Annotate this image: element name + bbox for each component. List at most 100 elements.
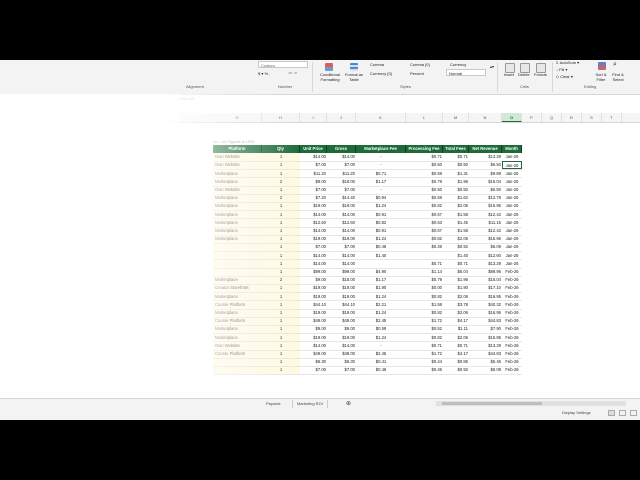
table-cell[interactable]: $14.00 (327, 260, 356, 268)
table-cell[interactable]: Jan-26 (502, 227, 522, 235)
table-cell[interactable]: $0.41 (356, 358, 406, 366)
table-cell[interactable]: 1 (262, 153, 300, 161)
table-cell[interactable]: $0.44 (406, 358, 443, 366)
table-cell[interactable]: - (356, 186, 406, 194)
table-cell[interactable]: $2.06 (443, 334, 469, 342)
table-cell[interactable]: 1 (262, 342, 300, 350)
table-cell[interactable]: $0.92 (443, 366, 469, 374)
table-cell[interactable]: $1.45 (443, 219, 469, 227)
table-cell[interactable]: $0.59 (356, 325, 406, 333)
table-cell[interactable]: $12.60 (327, 219, 356, 227)
table-cell[interactable]: $0.46 (406, 243, 443, 251)
table-cell[interactable]: $12.42 (469, 211, 502, 219)
table-cell[interactable]: $1.96 (443, 276, 469, 284)
table-cell[interactable]: Own Website (213, 186, 262, 194)
table-cell[interactable]: $19.00 (300, 334, 327, 342)
table-cell[interactable]: $0.71 (443, 260, 469, 268)
table-cell[interactable]: $18.00 (327, 276, 356, 284)
table-cell[interactable]: Feb-26 (502, 334, 522, 342)
table-cell[interactable]: $1.72 (406, 317, 443, 325)
table-cell[interactable]: Marketplace (213, 235, 262, 243)
table-cell[interactable]: $0.68 (406, 194, 443, 202)
table-cell[interactable]: $7.20 (300, 194, 327, 202)
table-cell[interactable]: $16.95 (469, 293, 502, 301)
table-cell[interactable]: $6.50 (469, 161, 502, 169)
table-cell[interactable]: $99.00 (300, 268, 327, 276)
table-cell[interactable]: $7.00 (327, 186, 356, 194)
table-cell[interactable]: Jan-26 (502, 153, 522, 161)
table-cell[interactable]: $0.46 (406, 366, 443, 374)
table-cell[interactable]: $1.90 (443, 284, 469, 292)
table-cell[interactable]: 1 (262, 268, 300, 276)
table-cell[interactable]: $49.00 (327, 317, 356, 325)
table-cell[interactable]: 1 (262, 202, 300, 210)
table-cell[interactable]: 1 (262, 161, 300, 169)
table-cell[interactable]: $11.20 (327, 170, 356, 178)
table-cell[interactable]: $1.62 (443, 194, 469, 202)
table-cell[interactable]: $6.30 (327, 358, 356, 366)
table-cell[interactable]: $0.79 (406, 276, 443, 284)
table-cell[interactable]: 2 (262, 178, 300, 186)
table-cell[interactable]: $14.40 (327, 194, 356, 202)
table-cell[interactable]: Feb-26 (502, 309, 522, 317)
table-cell[interactable]: Feb-26 (502, 342, 522, 350)
table-cell[interactable]: $6.08 (469, 366, 502, 374)
table-cell[interactable]: $1.40 (443, 252, 469, 260)
normal-view-icon[interactable] (608, 410, 615, 416)
table-cell[interactable]: $9.00 (300, 276, 327, 284)
table-cell[interactable]: $1.14 (406, 268, 443, 276)
table-cell[interactable]: $1.17 (356, 276, 406, 284)
table-cell[interactable]: $0.71 (406, 342, 443, 350)
table-cell[interactable]: $7.00 (327, 161, 356, 169)
table-cell[interactable]: Jan-26 (502, 202, 522, 210)
table-cell[interactable]: $6.04 (443, 268, 469, 276)
table-cell[interactable]: $7.00 (327, 366, 356, 374)
table-cell[interactable]: 1 (262, 211, 300, 219)
table-cell[interactable]: $1.40 (356, 252, 406, 260)
table-cell[interactable]: Feb-26 (502, 325, 522, 333)
table-cell[interactable]: Creator Storefront (213, 284, 262, 292)
table-cell[interactable]: Feb-26 (502, 358, 522, 366)
table-cell[interactable]: $1.90 (356, 284, 406, 292)
table-cell[interactable]: 2 (262, 194, 300, 202)
table-cell[interactable]: $13.29 (469, 342, 502, 350)
table-cell[interactable] (406, 252, 443, 260)
table-cell[interactable]: Jan-26 (502, 194, 522, 202)
table-cell[interactable]: $0.50 (406, 186, 443, 194)
table-cell[interactable]: $4.17 (443, 350, 469, 358)
page-layout-icon[interactable] (619, 410, 626, 416)
table-cell[interactable]: $49.00 (327, 350, 356, 358)
table-cell[interactable]: Feb-26 (502, 350, 522, 358)
table-cell[interactable]: $1.24 (356, 235, 406, 243)
table-cell[interactable]: Feb-26 (502, 366, 522, 374)
table-cell[interactable]: Course Platform (213, 350, 262, 358)
horizontal-scrollbar[interactable] (436, 401, 626, 406)
table-cell[interactable]: 2 (262, 276, 300, 284)
table-cell[interactable]: $89.96 (469, 268, 502, 276)
table-cell[interactable]: $4.90 (356, 268, 406, 276)
table-cell[interactable]: 1 (262, 235, 300, 243)
table-cell[interactable]: $0.71 (406, 260, 443, 268)
table-cell[interactable]: 1 (262, 252, 300, 260)
table-cell[interactable]: $1.31 (443, 170, 469, 178)
table-cell[interactable]: $0.63 (406, 219, 443, 227)
table-cell[interactable]: $17.10 (469, 284, 502, 292)
table-cell[interactable]: $16.95 (469, 202, 502, 210)
worksheet-grid[interactable]: Platform Qty Unit Price Gross Marketplace Fe… (0, 60, 640, 420)
table-cell[interactable]: Jan-26 (502, 178, 522, 186)
table-cell[interactable]: Marketplace (213, 276, 262, 284)
table-cell[interactable] (213, 252, 262, 260)
table-cell[interactable]: $14.00 (300, 227, 327, 235)
table-header-cell[interactable]: Processing Fee (406, 145, 443, 153)
table-cell[interactable]: Own Website (213, 153, 262, 161)
table-cell[interactable]: Course Platform (213, 301, 262, 309)
table-cell[interactable]: Marketplace (213, 219, 262, 227)
table-cell[interactable]: $14.00 (327, 227, 356, 235)
table-cell[interactable]: $12.60 (300, 219, 327, 227)
table-cell[interactable]: 1 (262, 243, 300, 251)
table-cell[interactable]: $7.00 (300, 366, 327, 374)
table-cell[interactable]: $19.00 (327, 284, 356, 292)
table-cell[interactable]: Marketplace (213, 211, 262, 219)
selected-cell[interactable]: Jan-26 (502, 161, 522, 170)
table-cell[interactable] (213, 243, 262, 251)
